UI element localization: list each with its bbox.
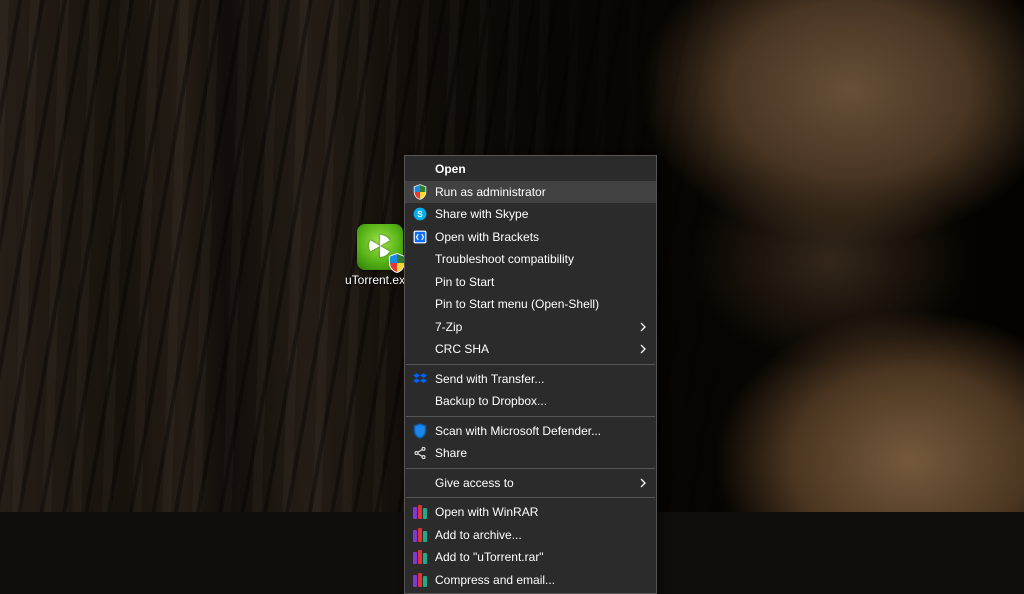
menu-7zip-label: 7-Zip — [435, 320, 462, 334]
menu-open-brackets[interactable]: Open with Brackets — [405, 226, 656, 249]
menu-open-brackets-label: Open with Brackets — [435, 230, 539, 244]
menu-share[interactable]: Share — [405, 442, 656, 465]
menu-open-winrar-label: Open with WinRAR — [435, 505, 538, 519]
menu-share-skype-label: Share with Skype — [435, 207, 528, 221]
menu-send-transfer[interactable]: Send with Transfer... — [405, 368, 656, 391]
menu-7zip[interactable]: 7-Zip — [405, 316, 656, 339]
menu-give-access[interactable]: Give access to — [405, 472, 656, 495]
share-icon — [412, 445, 428, 461]
defender-shield-icon — [412, 423, 428, 439]
menu-give-access-label: Give access to — [435, 476, 514, 490]
chevron-right-icon — [640, 344, 646, 354]
winrar-icon — [412, 527, 428, 543]
svg-text:S: S — [417, 210, 423, 219]
menu-pin-openshell[interactable]: Pin to Start menu (Open-Shell) — [405, 293, 656, 316]
menu-scan-defender[interactable]: Scan with Microsoft Defender... — [405, 420, 656, 443]
utorrent-icon — [357, 224, 403, 270]
menu-compress-email-label: Compress and email... — [435, 573, 555, 587]
menu-crc-sha[interactable]: CRC SHA — [405, 338, 656, 361]
menu-separator — [406, 416, 655, 417]
chevron-right-icon — [640, 478, 646, 488]
menu-backup-dropbox[interactable]: Backup to Dropbox... — [405, 390, 656, 413]
context-menu: Open Run as administrator S Share with S… — [404, 155, 657, 594]
menu-troubleshoot[interactable]: Troubleshoot compatibility — [405, 248, 656, 271]
menu-add-archive-label: Add to archive... — [435, 528, 522, 542]
menu-pin-openshell-label: Pin to Start menu (Open-Shell) — [435, 297, 599, 311]
menu-troubleshoot-label: Troubleshoot compatibility — [435, 252, 574, 266]
menu-crc-sha-label: CRC SHA — [435, 342, 489, 356]
menu-separator — [406, 497, 655, 498]
winrar-icon — [412, 504, 428, 520]
menu-scan-defender-label: Scan with Microsoft Defender... — [435, 424, 601, 438]
brackets-icon — [412, 229, 428, 245]
menu-open[interactable]: Open — [405, 158, 656, 181]
chevron-right-icon — [640, 322, 646, 332]
menu-backup-dropbox-label: Backup to Dropbox... — [435, 394, 547, 408]
menu-open-label: Open — [435, 162, 466, 176]
winrar-icon — [412, 549, 428, 565]
menu-add-archive[interactable]: Add to archive... — [405, 524, 656, 547]
menu-share-label: Share — [435, 446, 467, 460]
menu-share-skype[interactable]: S Share with Skype — [405, 203, 656, 226]
uac-shield-icon — [412, 184, 428, 200]
menu-add-named-rar[interactable]: Add to "uTorrent.rar" — [405, 546, 656, 569]
menu-compress-email[interactable]: Compress and email... — [405, 569, 656, 592]
menu-run-admin-label: Run as administrator — [435, 185, 546, 199]
menu-separator — [406, 364, 655, 365]
dropbox-transfer-icon — [412, 371, 428, 387]
menu-pin-start-label: Pin to Start — [435, 275, 494, 289]
desktop-shortcut-utorrent[interactable]: uTorrent.ex... — [348, 224, 412, 287]
skype-icon: S — [412, 206, 428, 222]
menu-pin-start[interactable]: Pin to Start — [405, 271, 656, 294]
winrar-icon — [412, 572, 428, 588]
menu-send-transfer-label: Send with Transfer... — [435, 372, 544, 386]
menu-open-winrar[interactable]: Open with WinRAR — [405, 501, 656, 524]
menu-run-as-administrator[interactable]: Run as administrator — [405, 181, 656, 204]
menu-add-named-label: Add to "uTorrent.rar" — [435, 550, 544, 564]
menu-separator — [406, 468, 655, 469]
